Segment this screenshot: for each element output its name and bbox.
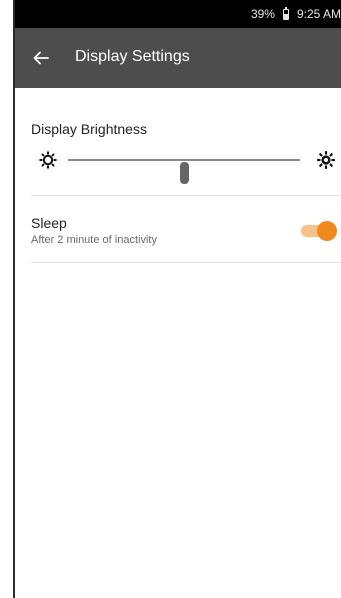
page-title: Display Settings — [75, 48, 190, 65]
sleep-title: Sleep — [31, 215, 67, 231]
back-button[interactable] — [27, 44, 55, 72]
device-screen: 39% 9:25 AM Display Settings Display Bri… — [15, 0, 341, 598]
divider — [31, 262, 341, 263]
arrow-left-icon — [33, 51, 49, 65]
clock: 9:25 AM — [296, 7, 341, 21]
left-margin — [0, 0, 12, 598]
app-bar: Display Settings — [15, 28, 341, 88]
slider-thumb[interactable] — [180, 162, 189, 184]
battery-icon — [282, 6, 289, 20]
slider-track[interactable] — [68, 159, 300, 184]
sleep-toggle[interactable] — [301, 221, 337, 241]
brightness-label: Display Brightness — [31, 121, 147, 137]
brightness-low-icon — [39, 151, 57, 169]
divider — [31, 195, 341, 196]
sleep-subtitle: After 2 minute of inactivity — [31, 234, 157, 246]
brightness-high-icon — [317, 151, 335, 169]
battery-percent: 39% — [250, 7, 275, 21]
toggle-knob — [317, 221, 337, 241]
brightness-slider[interactable] — [31, 146, 341, 184]
screen: 39% 9:25 AM Display Settings Display Bri… — [0, 0, 341, 598]
status-bar: 39% 9:25 AM — [15, 0, 341, 28]
status-indicators: 39% 9:25 AM — [250, 6, 341, 21]
